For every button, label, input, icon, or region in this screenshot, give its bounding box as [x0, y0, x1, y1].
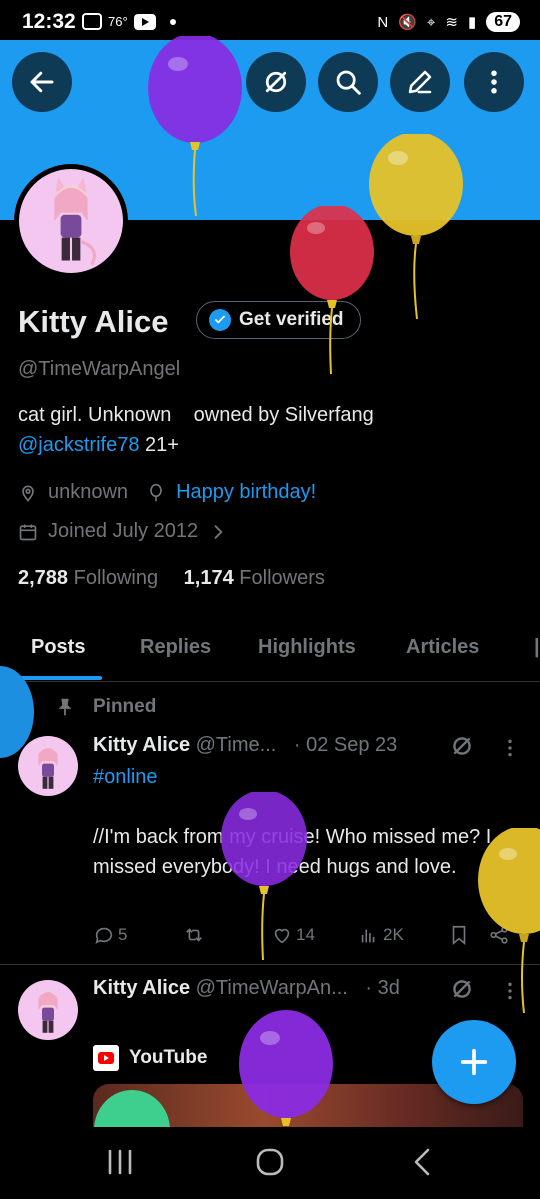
calendar-icon	[19, 524, 37, 540]
bookmark-button[interactable]	[448, 924, 470, 946]
views-icon	[361, 929, 375, 943]
arrow-left-icon	[30, 71, 54, 93]
edit-button[interactable]	[390, 52, 450, 112]
post-date[interactable]: · 3d	[365, 977, 399, 999]
battery-indicator: 67	[486, 12, 520, 32]
birthday-link[interactable]: Happy birthday!	[176, 481, 316, 504]
post-avatar[interactable]	[18, 980, 78, 1040]
profile-avatar[interactable]	[14, 164, 128, 278]
hide-button[interactable]	[246, 52, 306, 112]
balloon-icon	[150, 483, 162, 501]
mute-icon: 🔇	[398, 14, 417, 31]
balloon-yellow-2	[478, 828, 540, 1014]
balloon-blue	[0, 666, 34, 758]
following-link[interactable]: 2,788 Following	[18, 567, 158, 589]
compose-post-button[interactable]	[432, 1020, 516, 1104]
system-navigation-bar	[0, 1127, 540, 1199]
recent-apps-icon[interactable]	[100, 1145, 140, 1179]
plus-icon	[460, 1048, 488, 1076]
location-pin-icon	[22, 485, 34, 502]
reply-icon	[95, 927, 113, 944]
profile-handle: @TimeWarpAngel	[18, 358, 181, 380]
search-icon	[336, 70, 361, 95]
search-button[interactable]	[318, 52, 378, 112]
status-bar: 12:32 76° N 🔇 ⌖ ≋ ▮ 67	[0, 0, 540, 44]
status-time: 12:32	[22, 10, 76, 33]
chevron-right-icon	[214, 524, 223, 539]
views-button[interactable]: 2K	[358, 924, 404, 946]
more-options-button[interactable]	[464, 52, 524, 112]
repost-icon	[186, 928, 202, 942]
location-icon: ⌖	[426, 13, 436, 31]
post-author[interactable]: Kitty Alice	[93, 977, 190, 999]
youtube-notification-icon	[133, 13, 156, 30]
bio-line: cat girl. Unknown owned by Silverfang	[18, 404, 374, 426]
balloon-purple-3	[239, 1010, 333, 1126]
repost-button[interactable]	[183, 924, 205, 946]
verified-badge-icon	[209, 309, 231, 331]
post-hashtag[interactable]: #online	[93, 762, 523, 792]
wifi-icon: ≋	[445, 14, 458, 31]
post-divider	[0, 964, 540, 965]
profile-meta-row: unknown Happy birthday!	[18, 481, 316, 504]
screenshot-icon	[82, 13, 102, 30]
post-author[interactable]: Kitty Alice	[93, 734, 190, 756]
more-vertical-icon	[491, 70, 497, 94]
location-text: unknown	[48, 481, 129, 503]
bio-line-2: @jackstrife78 21+	[18, 434, 179, 457]
joined-text: Joined July 2012	[48, 520, 199, 542]
post-handle[interactable]: @Time...	[196, 734, 277, 756]
tab-replies[interactable]: Replies	[140, 636, 211, 659]
post-header: Kitty Alice @Time... · 02 Sep 23	[93, 734, 397, 757]
follow-counts: 2,788 Following 1,174 Followers	[18, 567, 325, 590]
balloon-purple-2	[221, 792, 307, 961]
youtube-icon	[93, 1045, 119, 1071]
post-header: Kitty Alice @TimeWarpAn... · 3d	[93, 977, 400, 1000]
tab-posts[interactable]: Posts	[31, 636, 85, 659]
hide-post-icon[interactable]	[449, 733, 475, 759]
home-icon[interactable]	[250, 1145, 290, 1179]
tab-articles[interactable]: Articles	[406, 636, 479, 659]
edit-icon	[408, 70, 432, 94]
joined-row[interactable]: Joined July 2012	[18, 520, 228, 543]
bio-tail: 21+	[145, 434, 179, 456]
profile-tabs: Posts Replies Highlights Articles |	[0, 620, 540, 682]
nfc-icon: N	[377, 13, 389, 31]
balloon-red	[290, 206, 374, 375]
pinned-label: Pinned	[54, 696, 156, 718]
signal-icon: ▮	[467, 14, 477, 31]
temperature: 76°	[108, 14, 128, 29]
notification-dot-icon	[169, 18, 176, 25]
back-button[interactable]	[12, 52, 72, 112]
bookmark-icon	[452, 925, 466, 946]
followers-link[interactable]: 1,174 Followers	[184, 567, 325, 589]
avatar-image	[19, 169, 123, 273]
post-handle[interactable]: @TimeWarpAn...	[196, 977, 348, 999]
hide-icon	[265, 71, 287, 93]
profile-name: Kitty Alice	[18, 304, 169, 339]
link-source[interactable]: YouTube	[93, 1045, 207, 1071]
balloon-green	[94, 1090, 170, 1127]
reply-button[interactable]: 5	[93, 924, 127, 946]
bio-mention-link[interactable]: @jackstrife78	[18, 434, 139, 456]
pin-icon	[58, 698, 72, 716]
hide-post-icon[interactable]	[449, 976, 475, 1002]
back-nav-icon[interactable]	[402, 1145, 442, 1179]
balloon-purple	[148, 36, 242, 217]
post-date[interactable]: · 02 Sep 23	[294, 734, 397, 756]
post-more-icon[interactable]	[500, 736, 520, 760]
tab-more[interactable]: |	[534, 636, 540, 659]
tab-highlights[interactable]: Highlights	[258, 636, 356, 659]
